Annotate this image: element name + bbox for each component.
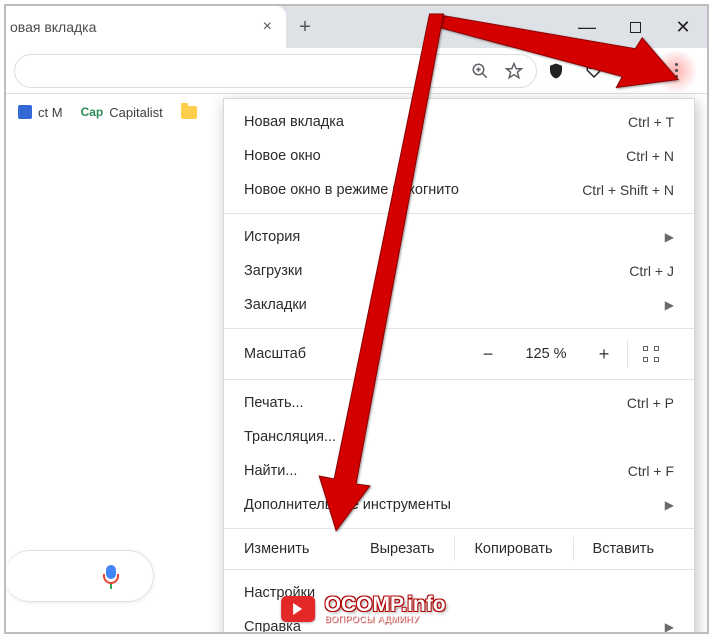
shortcut-label: Ctrl + F [628,463,674,479]
menu-item-new-tab[interactable]: Новая вкладка Ctrl + T [224,105,694,139]
fullscreen-icon [643,346,659,362]
bookmark-item-1[interactable]: ct M [18,105,63,120]
folder-icon [181,106,197,119]
extension-shield-icon[interactable] [545,60,567,82]
new-tab-button[interactable]: + [286,6,324,48]
search-box[interactable] [4,550,154,602]
zoom-icon[interactable] [470,61,490,81]
edit-cut-button[interactable]: Вырезать [350,535,455,563]
zoom-in-button[interactable]: + [581,344,627,365]
edit-copy-button[interactable]: Копировать [454,535,572,563]
bookmark-label: ct M [38,105,63,120]
window-controls: — ✕ [563,6,707,48]
close-icon: ✕ [675,17,690,38]
menu-item-new-window[interactable]: Новое окно Ctrl + N [224,139,694,173]
bookmark-favicon-icon [18,105,32,119]
menu-item-more-tools[interactable]: Дополнительные инструменты ▶ [224,488,694,522]
active-tab[interactable]: овая вкладка × [6,6,286,48]
profile-avatar[interactable] [621,60,643,82]
fullscreen-button[interactable] [628,346,674,362]
bookmark-item-2[interactable]: Cap Capitalist [81,105,163,120]
window-minimize-button[interactable]: — [563,6,611,48]
kebab-icon [675,63,678,78]
menu-item-history[interactable]: История ▶ [224,220,694,254]
chevron-right-icon: ▶ [665,620,674,634]
chevron-right-icon: ▶ [665,298,674,312]
shortcut-label: Ctrl + N [626,148,674,164]
menu-item-downloads[interactable]: Загрузки Ctrl + J [224,254,694,288]
bookmark-star-icon[interactable] [504,61,524,81]
menu-item-bookmarks[interactable]: Закладки ▶ [224,288,694,322]
watermark: OCOMP.info ВОПРОСЫ АДМИНУ [281,593,446,624]
edit-paste-button[interactable]: Вставить [573,535,674,563]
tab-close-icon[interactable]: × [259,18,276,36]
chevron-right-icon: ▶ [665,498,674,512]
toolbar [6,48,707,94]
extension-tag-icon[interactable] [583,60,605,82]
shortcut-label: Ctrl + T [628,114,674,130]
bookmark-cap-icon: Cap [81,105,104,119]
extensions-row [545,54,699,88]
menu-item-cast[interactable]: Трансляция... [224,420,694,454]
avatar-icon [622,61,642,81]
minimize-icon: — [578,17,596,38]
bookmark-label: Capitalist [109,105,162,120]
shortcut-label: Ctrl + P [627,395,674,411]
window-maximize-button[interactable] [611,6,659,48]
browser-window: овая вкладка × + — ✕ [4,4,709,634]
shortcut-label: Ctrl + Shift + N [582,182,674,198]
zoom-out-button[interactable]: − [465,344,511,365]
chevron-right-icon: ▶ [665,230,674,244]
menu-item-edit: Изменить Вырезать Копировать Вставить [224,529,694,569]
menu-item-incognito[interactable]: Новое окно в режиме инкогнито Ctrl + Shi… [224,173,694,207]
menu-item-print[interactable]: Печать... Ctrl + P [224,386,694,420]
shortcut-label: Ctrl + J [629,263,674,279]
window-close-button[interactable]: ✕ [659,6,707,48]
tab-title: овая вкладка [10,19,259,35]
watermark-badge-icon [281,596,315,622]
main-menu-dropdown: Новая вкладка Ctrl + T Новое окно Ctrl +… [223,98,695,634]
address-bar[interactable] [14,54,537,88]
tab-bar: овая вкладка × + — ✕ [6,6,707,48]
menu-item-find[interactable]: Найти... Ctrl + F [224,454,694,488]
menu-item-zoom: Масштаб − 125 % + [224,329,694,379]
microphone-icon[interactable] [103,565,119,587]
main-menu-button[interactable] [659,54,693,88]
zoom-value: 125 % [511,346,581,362]
bookmark-folder[interactable] [181,106,197,119]
maximize-icon [630,22,641,33]
